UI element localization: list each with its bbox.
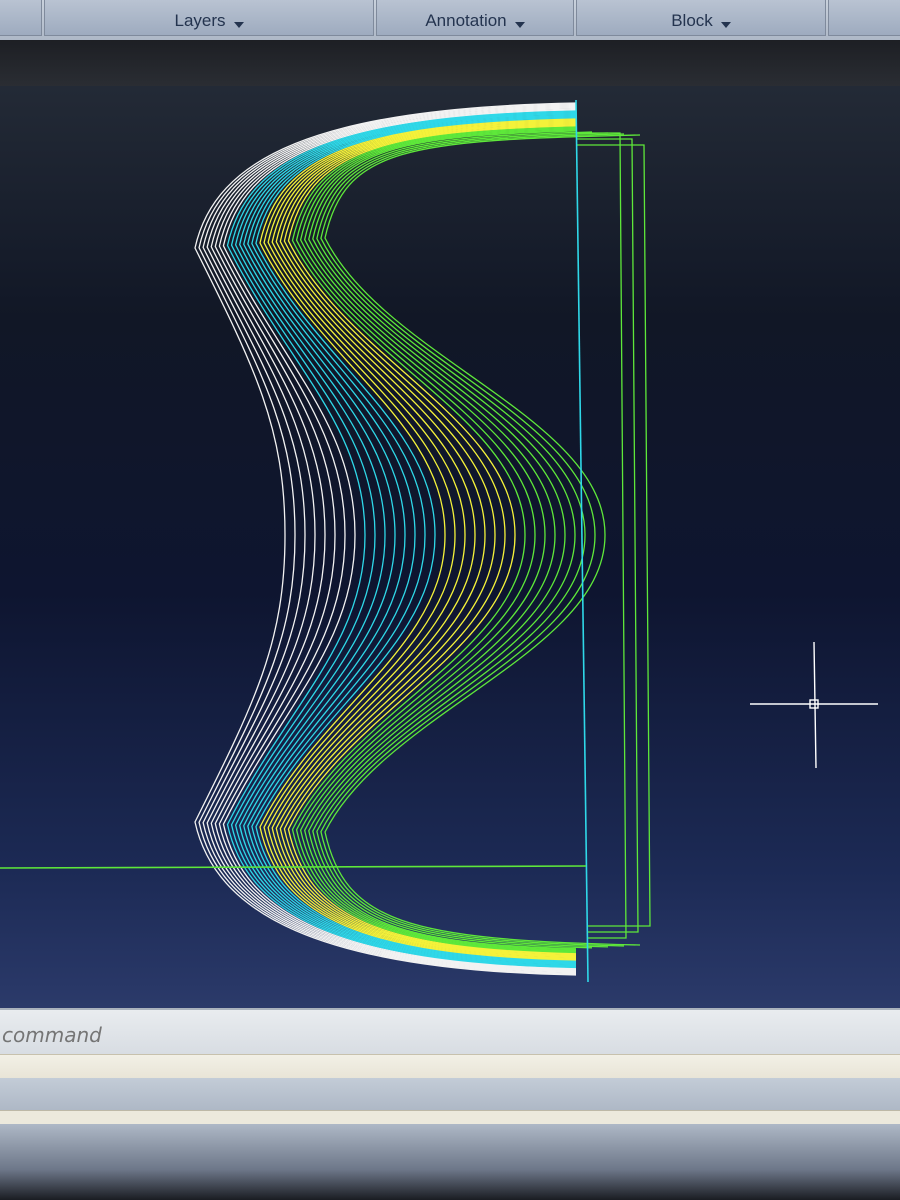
white-curve[interactable] [206,105,577,973]
drawing-canvas[interactable] [0,86,900,1008]
cyan-curve[interactable] [226,110,577,969]
ribbon-panel-partial-left[interactable] [0,0,42,36]
ribbon-panel-block[interactable]: Block [576,0,826,36]
green-boundary-line[interactable] [576,132,627,939]
cyan-curve[interactable] [247,115,577,964]
green-curve[interactable] [324,134,641,946]
ribbon-panel-annotation[interactable]: Annotation [376,0,574,36]
cad-drawing[interactable] [0,86,900,1008]
chevron-down-icon [514,22,525,28]
chevron-down-icon [720,22,731,28]
cyan-vertical-line[interactable] [575,99,589,983]
yellow-curve[interactable] [267,120,577,959]
ribbon-panel-label: Block [671,11,713,30]
green-curve[interactable] [308,130,577,950]
green-horizontal-line[interactable] [0,865,587,869]
green-boundary-line[interactable] [576,144,651,927]
ribbon-panel-layers[interactable]: Layers [44,0,374,36]
yellow-curve[interactable] [263,119,577,960]
cyan-curve[interactable] [255,117,577,962]
green-curve[interactable] [295,127,577,953]
viewport-header-band [0,40,900,86]
command-line[interactable] [0,1008,900,1056]
white-curve[interactable] [202,104,577,974]
command-history-strip [0,1054,900,1080]
status-bar [0,1078,900,1110]
crosshair-icon [750,641,878,769]
white-curve[interactable] [198,103,577,975]
yellow-curve[interactable] [283,124,577,956]
screen-bottom-bezel [0,1124,900,1200]
chevron-down-icon [233,22,244,28]
ribbon-panel-partial-right[interactable] [828,0,900,36]
ribbon-panel-label: Layers [174,11,226,30]
ribbon-panel-label: Annotation [425,11,507,30]
cyan-curve[interactable] [251,116,577,963]
ribbon-panel-bar: Layers Annotation Block [0,0,900,41]
command-input[interactable] [0,1020,884,1050]
